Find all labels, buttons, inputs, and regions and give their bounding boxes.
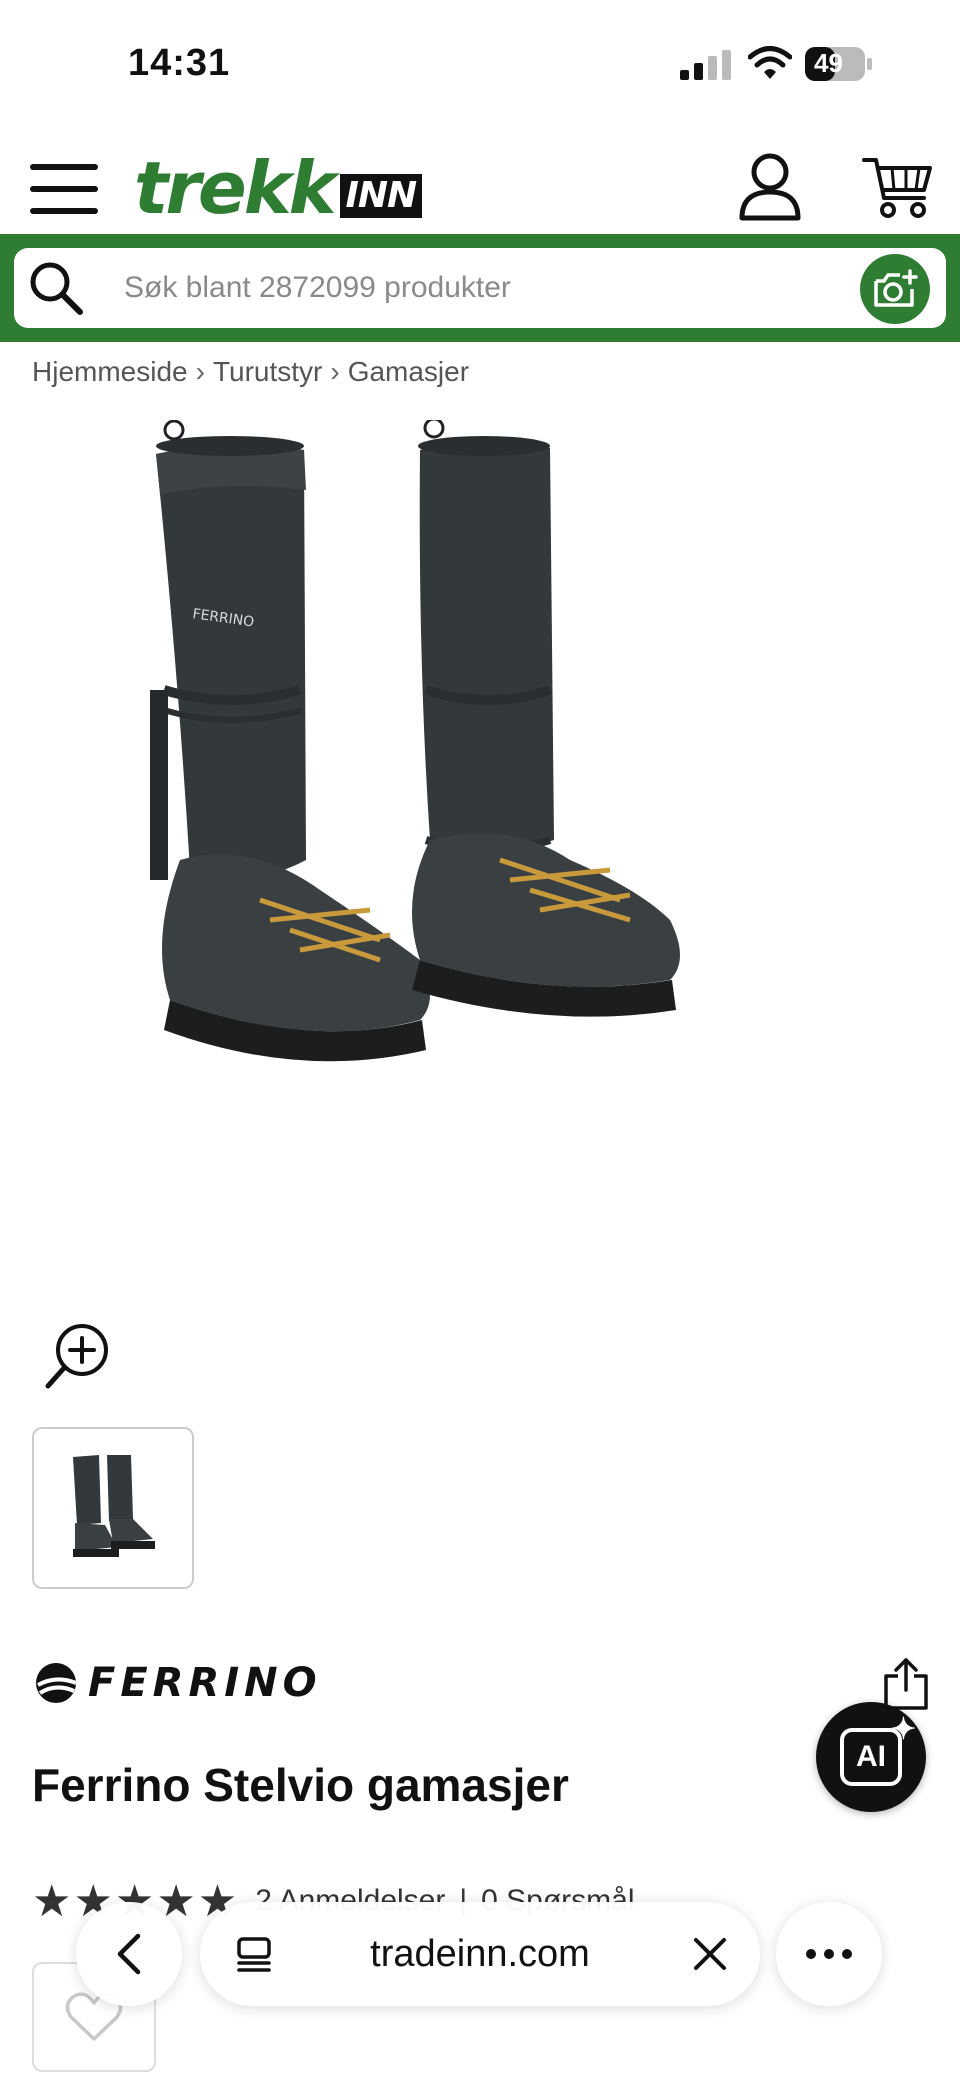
chevron-right-icon: ›: [330, 356, 340, 387]
tabs-icon[interactable]: [236, 1936, 272, 1972]
wifi-icon: [748, 46, 792, 79]
thumbnail-image: [73, 1455, 155, 1557]
ai-label: AI: [856, 1740, 886, 1773]
ai-icon: AI ✦: [840, 1713, 916, 1786]
more-button[interactable]: [776, 1902, 882, 2006]
camera-icon: [874, 269, 918, 307]
brand-logo[interactable]: FERRINO: [34, 1658, 322, 1708]
sparkle-icon: ✦: [890, 1713, 916, 1746]
breadcrumb-category[interactable]: Turutstyr: [213, 356, 322, 388]
search-bar: [0, 234, 960, 342]
camera-search-button[interactable]: [860, 254, 930, 324]
share-icon[interactable]: [880, 1656, 932, 1712]
brand-name: FERRINO: [88, 1660, 322, 1706]
battery-icon: 49: [804, 46, 874, 82]
status-bar: 14:31 49: [0, 0, 960, 130]
logo-primary: trekk: [134, 146, 337, 230]
search-box: [14, 248, 946, 328]
signal-icon: [680, 50, 731, 80]
product-thumbnail[interactable]: [32, 1427, 194, 1589]
close-icon[interactable]: [690, 1934, 730, 1974]
url-text: tradeinn.com: [370, 1932, 590, 1975]
breadcrumb: Hjemmeside › Turutstyr › Gamasjer: [32, 356, 469, 388]
more-icon: [806, 1949, 852, 1959]
product-title: Ferrino Stelvio gamasjer: [32, 1759, 569, 1811]
browser-toolbar: tradeinn.com: [0, 1888, 960, 2018]
cart-icon[interactable]: [862, 154, 934, 220]
back-button[interactable]: [76, 1902, 182, 2006]
product-image[interactable]: FERRINO: [150, 420, 810, 1300]
site-logo[interactable]: trekk INN: [134, 146, 423, 230]
user-icon[interactable]: [738, 152, 802, 222]
ai-assistant-button[interactable]: AI ✦: [816, 1702, 926, 1812]
search-input[interactable]: [124, 248, 824, 328]
chevron-right-icon: ›: [195, 356, 205, 387]
logo-secondary: INN: [339, 174, 423, 218]
search-icon[interactable]: [28, 260, 84, 316]
site-header: trekk INN: [0, 140, 960, 236]
zoom-in-icon[interactable]: [44, 1322, 112, 1390]
battery-level: 49: [814, 48, 843, 78]
menu-icon[interactable]: [30, 164, 98, 214]
breadcrumb-home[interactable]: Hjemmeside: [32, 356, 188, 388]
back-icon: [117, 1933, 141, 1975]
status-time: 14:31: [128, 42, 231, 84]
address-bar[interactable]: tradeinn.com: [200, 1902, 760, 2006]
ferrino-logo-icon: [36, 1663, 77, 1703]
breadcrumb-subcategory[interactable]: Gamasjer: [348, 356, 469, 388]
